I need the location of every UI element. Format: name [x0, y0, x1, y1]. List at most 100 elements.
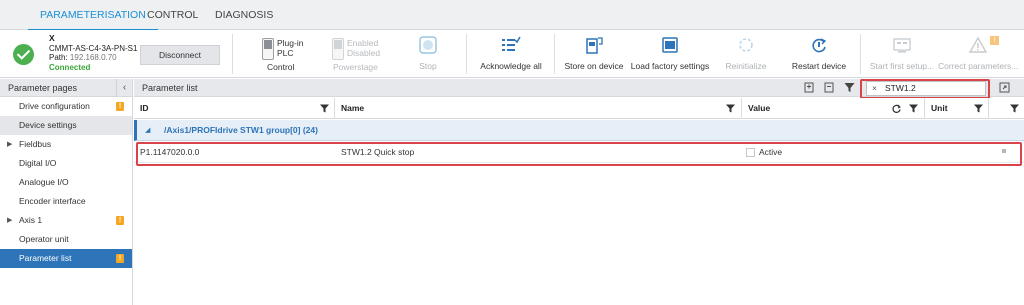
row-name: STW1.2 Quick stop: [341, 147, 415, 157]
nav-item-label: Drive configuration: [19, 101, 90, 111]
column-header-row: ID Name Value Unit: [134, 98, 1024, 119]
warning-icon: [968, 36, 988, 53]
nav-item-fieldbus[interactable]: ▶ Fieldbus: [0, 135, 132, 154]
row-id: P1.1147020.0.0: [140, 147, 200, 157]
column-header-id[interactable]: ID: [134, 98, 334, 119]
parameter-search-input[interactable]: × STW1.2: [866, 81, 986, 96]
load-factory-settings-button[interactable]: Load factory settings: [630, 34, 710, 74]
filter-extra-icon[interactable]: [1010, 104, 1019, 113]
powerstage-label: Powerstage: [333, 62, 378, 72]
column-header-name[interactable]: Name: [335, 98, 740, 119]
warning-badge-icon: !: [116, 102, 124, 111]
powerstage-option-disabled: Disabled: [347, 48, 381, 58]
powerstage-option-enabled: Enabled: [347, 38, 379, 48]
store-on-device-label: Store on device: [564, 61, 624, 71]
column-value-label: Value: [748, 103, 771, 113]
control-switch[interactable]: [262, 38, 274, 60]
nav-item-operator-unit[interactable]: Operator unit: [0, 230, 132, 249]
parameter-group-row[interactable]: ◢ /Axis1/PROFIdrive STW1 group[0] (24): [134, 120, 1024, 141]
restart-icon: [812, 38, 827, 53]
expand-arrow-icon[interactable]: ▶: [7, 135, 12, 154]
nav-item-axis-1[interactable]: ▶ Axis 1 !: [0, 211, 132, 230]
table-row[interactable]: P1.1147020.0.0 STW1.2 Quick stop Active: [134, 142, 1024, 163]
nav-item-digital-io[interactable]: Digital I/O: [0, 154, 132, 173]
stop-icon: [419, 36, 437, 54]
store-device-icon: [586, 37, 603, 54]
parameter-list-panel: Parameter list × STW1.2 ID Name Value Un…: [134, 79, 1024, 305]
toolbar: X CMMT-AS-C4-3A-PN-S1 Path: 192.168.0.70…: [0, 30, 1024, 78]
first-setup-icon: [893, 38, 911, 53]
row-menu-icon[interactable]: [1002, 149, 1006, 153]
restart-device-label: Restart device: [791, 61, 847, 71]
filter-name-icon[interactable]: [726, 104, 735, 113]
tab-control[interactable]: CONTROL: [147, 0, 198, 30]
device-status: Connected: [49, 62, 91, 72]
clear-search-icon[interactable]: ×: [872, 82, 877, 95]
nav-item-device-settings[interactable]: Device settings: [0, 116, 132, 135]
restart-device-button[interactable]: Restart device: [786, 34, 852, 74]
correct-parameters-label: Correct parameters...: [938, 61, 1019, 71]
factory-settings-icon: [662, 37, 678, 53]
expand-arrow-icon[interactable]: ▶: [7, 211, 12, 230]
nav-item-label: Fieldbus: [19, 139, 52, 149]
device-model: CMMT-AS-C4-3A-PN-S1: [49, 43, 138, 53]
nav-item-label: Parameter list: [19, 253, 72, 263]
powerstage-switch[interactable]: [332, 38, 344, 60]
connected-check-icon: [13, 44, 34, 65]
nav-item-label: Digital I/O: [19, 158, 57, 168]
tab-parameterisation[interactable]: PARAMETERISATION: [28, 0, 158, 31]
nav-item-label: Axis 1: [19, 215, 43, 225]
nav-item-encoder-interface[interactable]: Encoder interface: [0, 192, 132, 211]
nav-item-drive-configuration[interactable]: Drive configuration !: [0, 97, 132, 116]
column-separator: [988, 98, 989, 119]
acknowledge-all-button[interactable]: Acknowledge all: [476, 34, 546, 74]
correct-parameters-badge: !: [990, 36, 999, 45]
column-name-label: Name: [341, 103, 365, 113]
collapse-group-icon[interactable]: ◢: [145, 120, 150, 141]
row-value: Active: [759, 147, 783, 157]
filter-unit-icon[interactable]: [974, 104, 983, 113]
search-value: STW1.2: [885, 83, 916, 93]
device-path: Path: 192.168.0.70: [49, 53, 137, 63]
filter-id-icon[interactable]: [320, 104, 329, 113]
reinitialize-icon: [739, 38, 753, 52]
collapse-panel-button[interactable]: ‹: [116, 79, 132, 97]
refresh-values-icon[interactable]: [892, 104, 901, 113]
toolbar-divider: [554, 34, 555, 74]
disconnect-button[interactable]: Disconnect: [140, 45, 220, 65]
nav-item-analogue-io[interactable]: Analogue I/O: [0, 173, 132, 192]
parameter-pages-header: Parameter pages ‹: [0, 79, 132, 97]
reinitialize-button[interactable]: Reinitialize: [718, 34, 774, 74]
control-option-plc: PLC: [277, 48, 294, 58]
toolbar-divider: [466, 34, 467, 74]
expand-all-icon[interactable]: [804, 82, 815, 93]
start-first-setup-button[interactable]: Start first setup...: [868, 34, 936, 74]
collapse-all-icon[interactable]: [824, 82, 835, 93]
nav-item-label: Analogue I/O: [19, 177, 69, 187]
nav-item-parameter-list[interactable]: Parameter list !: [0, 249, 132, 268]
reinitialize-label: Reinitialize: [725, 61, 767, 71]
device-info: X CMMT-AS-C4-3A-PN-S1 Path: 192.168.0.70…: [49, 33, 138, 72]
correct-parameters-button[interactable]: ! Correct parameters...: [938, 34, 1018, 74]
filter-icon[interactable]: [844, 82, 855, 93]
stop-button[interactable]: Stop: [405, 34, 451, 74]
warning-badge-icon: !: [116, 254, 124, 263]
nav-item-label: Device settings: [19, 120, 77, 130]
tab-diagnosis[interactable]: DIAGNOSIS: [215, 0, 273, 30]
load-factory-settings-label: Load factory settings: [630, 61, 710, 71]
toolbar-divider: [232, 34, 233, 74]
parameter-pages-panel: Parameter pages ‹ Drive configuration ! …: [0, 79, 133, 305]
warning-badge-icon: !: [116, 216, 124, 225]
toolbar-divider: [860, 34, 861, 74]
filter-value-icon[interactable]: [909, 104, 918, 113]
nav-item-label: Encoder interface: [19, 196, 86, 206]
start-first-setup-label: Start first setup...: [869, 61, 935, 71]
store-on-device-button[interactable]: Store on device: [562, 34, 626, 74]
parameter-list-title: Parameter list: [142, 83, 198, 93]
value-checkbox[interactable]: [746, 148, 755, 157]
main-tabs: PARAMETERISATION CONTROL DIAGNOSIS: [0, 0, 1024, 31]
parameter-list-header: Parameter list × STW1.2: [134, 79, 1024, 97]
export-icon[interactable]: [999, 82, 1010, 93]
control-label: Control: [267, 62, 295, 72]
device-path-label: Path:: [49, 53, 68, 62]
